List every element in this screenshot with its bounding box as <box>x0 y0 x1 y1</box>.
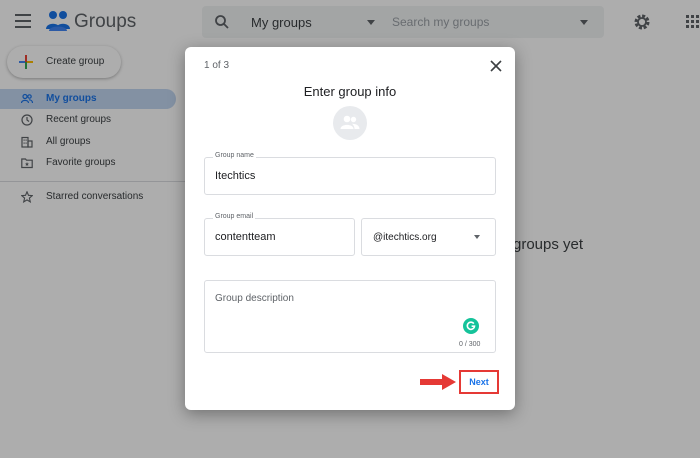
next-button[interactable]: Next <box>459 370 499 394</box>
group-description-field[interactable]: Group description 0 / 300 <box>204 280 496 353</box>
group-description-placeholder: Group description <box>215 293 294 304</box>
group-name-label: Group name <box>213 152 256 159</box>
step-indicator: 1 of 3 <box>204 60 230 71</box>
group-avatar <box>333 106 367 140</box>
email-domain-value: @itechtics.org <box>373 232 437 243</box>
create-group-dialog: 1 of 3 Enter group info Group name Itech… <box>185 47 515 410</box>
group-name-value[interactable]: Itechtics <box>215 170 255 182</box>
group-email-value[interactable]: contentteam <box>215 231 276 243</box>
character-counter: 0 / 300 <box>459 341 481 348</box>
close-icon[interactable] <box>489 59 503 73</box>
group-email-label: Group email <box>213 213 256 220</box>
chevron-down-icon[interactable] <box>474 235 480 239</box>
dialog-title: Enter group info <box>303 84 397 99</box>
grammarly-icon[interactable] <box>463 318 479 334</box>
people-icon <box>340 115 360 129</box>
group-name-field[interactable]: Group name Itechtics <box>204 152 496 195</box>
email-domain-select[interactable]: @itechtics.org <box>361 218 496 256</box>
group-email-field[interactable]: Group email contentteam <box>204 213 355 256</box>
red-arrow-icon <box>420 374 456 390</box>
